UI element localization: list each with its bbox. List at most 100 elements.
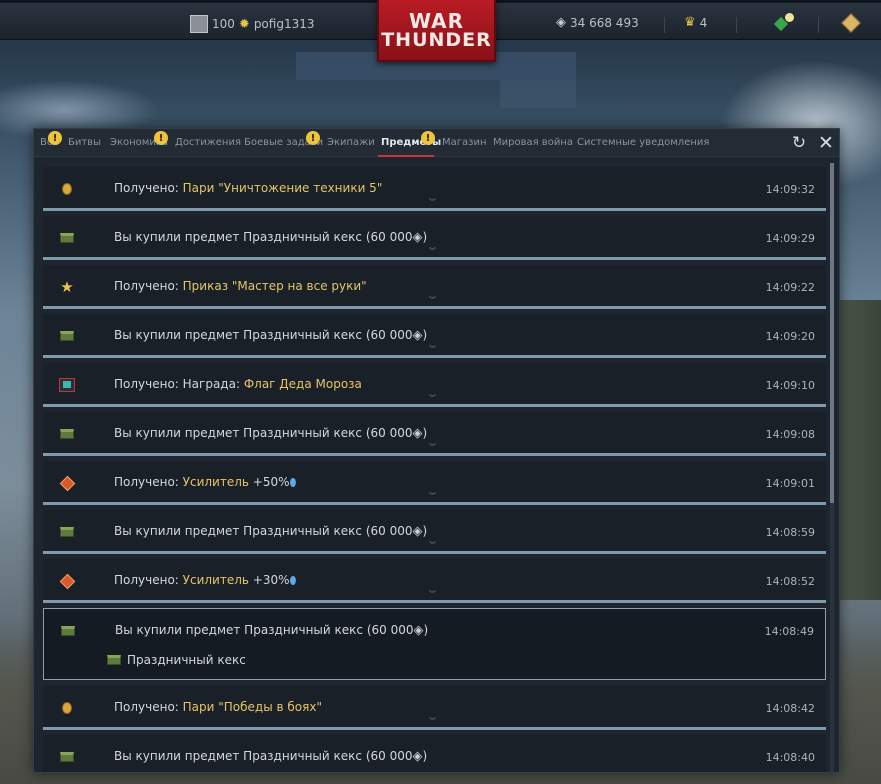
chevron-down-icon[interactable]: ︾: [429, 393, 436, 403]
notification-time: 14:08:49: [764, 625, 814, 638]
research-points-icon: ⬮: [289, 574, 297, 587]
list-item[interactable]: ★ Получено: Приказ "Мастер на все руки" …: [43, 265, 826, 309]
chest-icon: [59, 328, 75, 344]
tab-label: Мировая война: [493, 137, 573, 148]
alert-badge-icon: !: [306, 131, 320, 145]
silver-lions-counter[interactable]: ◈ 34 668 493: [556, 15, 639, 30]
notification-time: 14:08:40: [765, 751, 815, 764]
chevron-down-icon[interactable]: ︾: [429, 491, 436, 501]
silver-lion-icon: ◈: [556, 15, 566, 30]
eagles-counter[interactable]: ♛ 4: [684, 15, 707, 30]
detail-item-name: Праздничный кекс: [127, 653, 246, 667]
notification-text: Вы купили предмет Праздничный кекс (60 0…: [114, 524, 428, 539]
tab-world-war[interactable]: Мировая война: [493, 137, 573, 148]
silver-lion-icon: ◈: [413, 623, 424, 638]
divider: [818, 17, 819, 33]
notification-time: 14:09:10: [765, 379, 815, 392]
rank-star-icon: ✹: [238, 16, 250, 32]
list-item[interactable]: Получено: Усилитель +30%⬮ ︾ 14:08:52: [43, 559, 826, 603]
chest-icon: [60, 623, 76, 639]
tab-battle-tasks[interactable]: ! Боевые задачи: [244, 131, 323, 148]
scrollbar[interactable]: [830, 163, 834, 772]
notification-text: Вы купили предмет Праздничный кекс (60 0…: [115, 623, 429, 638]
notification-time: 14:09:29: [765, 232, 815, 245]
notification-text: Получено: Награда: Флаг Деда Мороза: [114, 377, 362, 391]
silver-lion-icon: ◈: [412, 749, 423, 764]
chevron-down-icon[interactable]: ︾: [429, 295, 436, 305]
chevron-down-icon[interactable]: ︾: [429, 197, 436, 207]
refresh-icon[interactable]: ↻: [790, 133, 808, 153]
tab-battles[interactable]: Битвы: [68, 137, 101, 148]
bet-coin-icon: [59, 181, 75, 197]
tab-label: Достижения: [175, 137, 241, 148]
game-logo: WAR THUNDER: [377, 0, 496, 62]
tab-crews[interactable]: Экипажи: [327, 137, 375, 148]
tab-bar: ! Все Битвы ! Экономика Достижения ! Бое…: [34, 129, 839, 157]
list-item-expanded[interactable]: Вы купили предмет Праздничный кекс (60 0…: [43, 608, 826, 680]
avatar[interactable]: [190, 15, 208, 33]
premium-gem-icon: [841, 13, 861, 33]
logo-line1: WAR: [408, 8, 465, 33]
notifications-panel: ! Все Битвы ! Экономика Достижения ! Бое…: [33, 128, 840, 773]
notification-time: 14:09:20: [765, 330, 815, 343]
tab-achievements[interactable]: Достижения: [175, 137, 241, 148]
tab-system-notifications[interactable]: Системные уведомления: [577, 137, 709, 148]
silver-lion-icon: ◈: [412, 230, 423, 245]
active-tab-indicator: [378, 155, 434, 157]
tab-economy[interactable]: ! Экономика: [110, 131, 168, 148]
research-points-icon: ⬮: [289, 476, 297, 489]
alert-badge-icon: !: [421, 131, 435, 145]
silver-lion-icon: ◈: [412, 524, 423, 539]
notification-text: Получено: Пари "Уничтожение техники 5": [114, 181, 383, 195]
alert-badge-icon: !: [154, 131, 168, 145]
chevron-down-icon[interactable]: ︾: [429, 344, 436, 354]
chevron-down-icon[interactable]: ︾: [429, 442, 436, 452]
scrollbar-thumb[interactable]: [830, 163, 834, 503]
chevron-down-icon[interactable]: ︾: [429, 246, 436, 256]
chevron-down-icon[interactable]: ︾: [429, 540, 436, 550]
booster-icon: [59, 475, 75, 491]
tab-all[interactable]: ! Все: [40, 131, 62, 148]
notification-text: Получено: Усилитель +50%⬮: [114, 475, 297, 489]
divider: [664, 17, 665, 33]
list-item[interactable]: Вы купили предмет Праздничный кекс (60 0…: [43, 412, 826, 456]
notification-detail: Праздничный кекс: [107, 653, 246, 667]
notification-time: 14:09:22: [765, 281, 815, 294]
list-item[interactable]: Вы купили предмет Праздничный кекс (60 0…: [43, 735, 826, 772]
booster-icon: [59, 573, 75, 589]
chevron-down-icon[interactable]: ︾: [429, 716, 436, 726]
notification-text: Вы купили предмет Праздничный кекс (60 0…: [114, 749, 428, 764]
close-icon[interactable]: ✕: [817, 133, 835, 153]
list-item[interactable]: Получено: Награда: Флаг Деда Мороза ︾ 14…: [43, 363, 826, 407]
logo-line2: THUNDER: [381, 28, 492, 51]
tab-items[interactable]: ! Предметы: [381, 131, 441, 148]
silver-lion-icon: ◈: [412, 328, 423, 343]
list-item[interactable]: Получено: Пари "Уничтожение техники 5" ︾…: [43, 167, 826, 211]
chest-icon: [59, 426, 75, 442]
notification-time: 14:08:42: [765, 702, 815, 715]
list-item[interactable]: Получено: Пари "Победы в боях" ︾ 14:08:4…: [43, 686, 826, 730]
notification-text: Получено: Пари "Победы в боях": [114, 700, 322, 714]
chest-icon: [107, 655, 121, 665]
notifications-list: Получено: Пари "Уничтожение техники 5" ︾…: [43, 167, 826, 772]
list-item[interactable]: Вы купили предмет Праздничный кекс (60 0…: [43, 510, 826, 554]
premium-button[interactable]: [841, 13, 861, 33]
list-item[interactable]: Получено: Усилитель +50%⬮ ︾ 14:09:01: [43, 461, 826, 505]
tab-shop[interactable]: Магазин: [442, 137, 487, 148]
list-item[interactable]: Вы купили предмет Праздничный кекс (60 0…: [43, 314, 826, 358]
chevron-down-icon[interactable]: ︾: [429, 589, 436, 599]
hints-button[interactable]: [773, 13, 798, 32]
notification-text: Вы купили предмет Праздничный кекс (60 0…: [114, 426, 428, 441]
eagles-value: 4: [699, 15, 708, 30]
lightbulb-icon: [773, 13, 798, 32]
player-level: 100: [212, 17, 235, 31]
list-item[interactable]: Вы купили предмет Праздничный кекс (60 0…: [43, 216, 826, 260]
divider: [736, 17, 737, 33]
player-name: pofig1313: [253, 17, 315, 31]
tab-label: Магазин: [442, 137, 487, 148]
flag-icon: [59, 377, 75, 393]
player-info[interactable]: 100 ✹ pofig1313: [190, 15, 315, 33]
silver-lions-value: 34 668 493: [570, 15, 639, 30]
bet-coin-icon: [59, 700, 75, 716]
notification-time: 14:08:52: [765, 575, 815, 588]
